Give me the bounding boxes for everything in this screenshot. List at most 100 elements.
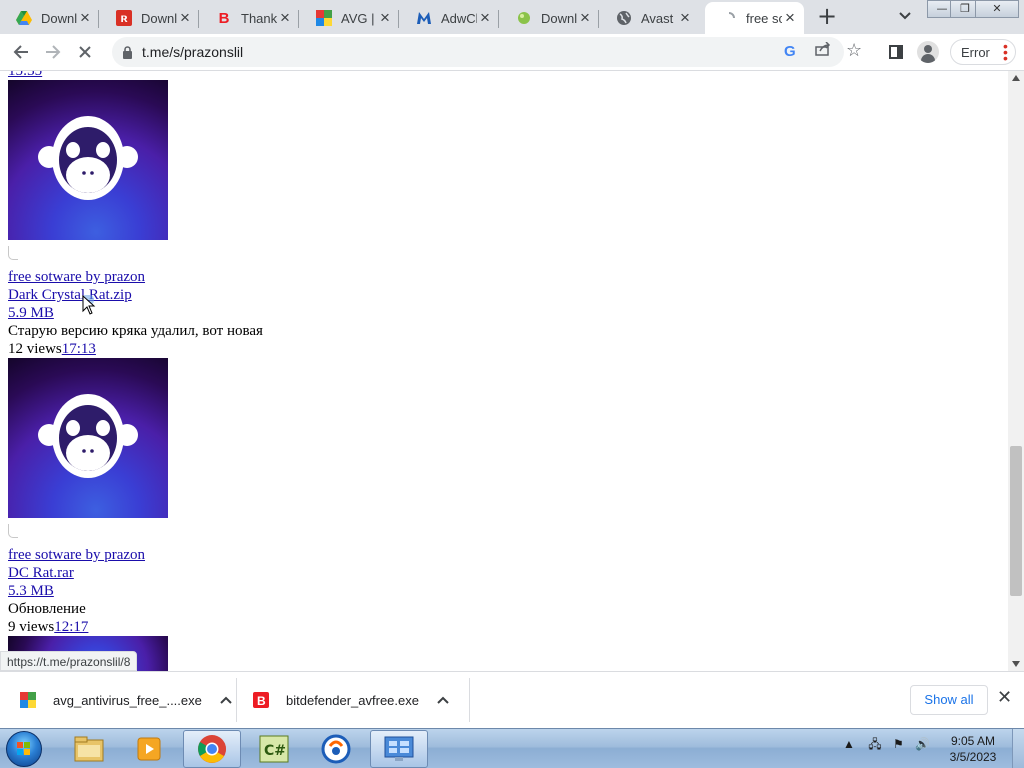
close-tab-icon[interactable]: × xyxy=(77,9,93,26)
show-all-downloads-button[interactable]: Show all xyxy=(910,685,988,715)
side-panel-icon[interactable] xyxy=(889,45,903,59)
post-time-link[interactable]: 12:17 xyxy=(54,619,88,635)
tab-1[interactable]: Downl × xyxy=(0,2,99,34)
tab-title: AdwCl xyxy=(441,10,477,26)
scroll-down-arrow-icon[interactable] xyxy=(1012,661,1020,667)
tab-title: Downl xyxy=(541,10,577,26)
scrollbar-thumb[interactable] xyxy=(1010,446,1022,596)
status-bar-url: https://t.me/prazonslil/8 xyxy=(0,651,138,671)
download-site-icon: ʀ xyxy=(116,10,132,26)
stop-loading-button[interactable] xyxy=(73,40,97,64)
system-tray: ▲ 🖧 ⚑ 🔊 xyxy=(843,735,930,756)
explorer-icon[interactable] xyxy=(60,730,118,768)
close-tab-icon[interactable]: × xyxy=(782,9,798,26)
message-text: Обновление xyxy=(8,601,86,617)
file-size-link[interactable]: 5.9 MB xyxy=(8,304,54,322)
file-name-link[interactable]: DC Rat.rar xyxy=(8,564,74,582)
media-player-icon[interactable] xyxy=(120,730,178,768)
network-icon[interactable]: 🖧 xyxy=(868,737,881,751)
google-lens-icon[interactable]: G xyxy=(784,43,796,60)
file-name-link[interactable]: Dark Crystal Rat.zip xyxy=(8,286,132,304)
vertical-scrollbar[interactable] xyxy=(1008,71,1024,671)
action-center-flag-icon[interactable]: ⚑ xyxy=(893,737,904,751)
clock-time: 9:05 AM xyxy=(950,734,996,748)
scroll-up-arrow-icon[interactable] xyxy=(1012,75,1020,81)
tab-separator xyxy=(198,10,199,28)
close-tab-icon[interactable]: × xyxy=(477,9,493,26)
chevron-up-icon[interactable] xyxy=(437,693,449,707)
control-panel-icon[interactable] xyxy=(370,730,428,768)
avast-icon[interactable] xyxy=(307,730,365,768)
broken-image-icon xyxy=(8,524,18,538)
download-file-name: bitdefender_avfree.exe xyxy=(286,692,419,708)
post-time-link[interactable]: 17:13 xyxy=(62,341,96,357)
windows-taskbar: C# ▲ 🖧 ⚑ 🔊 9:05 AM 3/5/2023 xyxy=(0,728,1024,768)
download-separator xyxy=(236,678,237,722)
bookmark-star-icon[interactable]: ☆ xyxy=(846,42,862,60)
monkey-logo-icon xyxy=(38,394,138,478)
chrome-icon[interactable] xyxy=(183,730,241,768)
csharp-icon[interactable]: C# xyxy=(245,730,303,768)
channel-link[interactable]: free sotware by prazon xyxy=(8,268,145,286)
post-meta: 9 views12:17 xyxy=(8,618,88,636)
profile-avatar-icon[interactable] xyxy=(917,41,939,63)
bitdefender-icon: B xyxy=(218,9,230,27)
download-file-name: avg_antivirus_free_....exe xyxy=(53,692,202,708)
url-text[interactable]: t.me/s/prazonslil xyxy=(142,44,243,60)
volume-icon[interactable]: 🔊 xyxy=(915,737,930,751)
tab-7[interactable]: Avast | × xyxy=(600,2,699,34)
mouse-cursor-icon xyxy=(82,295,96,315)
page-content: 15:35 free sotware by prazon Dark Crysta… xyxy=(0,71,1008,671)
close-tab-icon[interactable]: × xyxy=(377,9,393,26)
svg-text:B: B xyxy=(257,694,266,708)
tab-separator xyxy=(298,10,299,28)
tab-8-active[interactable]: free so × xyxy=(705,2,804,34)
clock-date: 3/5/2023 xyxy=(949,750,997,764)
address-bar[interactable]: t.me/s/prazonslil G xyxy=(112,37,844,67)
close-tab-icon[interactable]: × xyxy=(277,9,293,26)
share-icon[interactable] xyxy=(815,41,831,60)
tab-5[interactable]: AdwCl × xyxy=(400,2,499,34)
kebab-menu-icon[interactable]: • • • xyxy=(1003,39,1008,65)
close-tab-icon[interactable]: × xyxy=(577,9,593,26)
close-window-button[interactable]: ✕ xyxy=(975,0,1019,18)
close-download-bar-icon[interactable]: ✕ xyxy=(997,689,1012,707)
windows-logo-icon xyxy=(17,742,30,755)
close-tab-icon[interactable]: × xyxy=(177,9,193,26)
new-tab-button[interactable]: + xyxy=(815,4,839,28)
download-bar: avg_antivirus_free_....exe B bitdefender… xyxy=(0,671,1024,728)
broken-image-icon xyxy=(8,246,18,260)
malwarebytes-icon xyxy=(416,10,432,26)
download-item-1[interactable]: avg_antivirus_free_....exe xyxy=(20,680,232,720)
taskbar-clock[interactable]: 9:05 AM 3/5/2023 xyxy=(940,733,1006,765)
post-thumbnail-1[interactable] xyxy=(8,80,168,240)
tab-2[interactable]: ʀ Downl × xyxy=(100,2,199,34)
chevron-up-icon[interactable] xyxy=(220,693,232,707)
partial-time-link[interactable]: 15:35 xyxy=(8,71,42,80)
globe-icon xyxy=(616,10,632,26)
file-size-link[interactable]: 5.3 MB xyxy=(8,582,54,600)
tab-strip: Downl × ʀ Downl × B Thank × AVG | T × Ad… xyxy=(0,0,1024,34)
google-drive-icon xyxy=(16,10,32,26)
tab-6[interactable]: Downl × xyxy=(500,2,599,34)
error-button[interactable]: Error • • • xyxy=(950,39,1016,65)
download-item-2[interactable]: B bitdefender_avfree.exe xyxy=(253,680,449,720)
bitdefender-file-icon: B xyxy=(253,692,269,708)
channel-link[interactable]: free sotware by prazon xyxy=(8,546,145,564)
tab-4[interactable]: AVG | T × xyxy=(300,2,399,34)
tab-title: Avast | xyxy=(641,10,677,26)
loading-icon xyxy=(721,10,737,26)
close-tab-icon[interactable]: × xyxy=(677,9,693,26)
post-thumbnail-2[interactable] xyxy=(8,358,168,518)
tab-search-chevron-icon[interactable] xyxy=(895,7,915,27)
show-hidden-icons-icon[interactable]: ▲ xyxy=(843,737,855,751)
views-count: 12 views xyxy=(8,341,62,357)
forward-button[interactable] xyxy=(41,40,65,64)
tab-3[interactable]: B Thank × xyxy=(200,2,299,34)
lock-icon[interactable] xyxy=(122,44,133,59)
tab-title: AVG | T xyxy=(341,10,377,26)
show-desktop-button[interactable] xyxy=(1012,729,1024,768)
back-button[interactable] xyxy=(9,40,33,64)
start-button[interactable] xyxy=(6,731,42,767)
tab-title: free so xyxy=(746,10,782,26)
